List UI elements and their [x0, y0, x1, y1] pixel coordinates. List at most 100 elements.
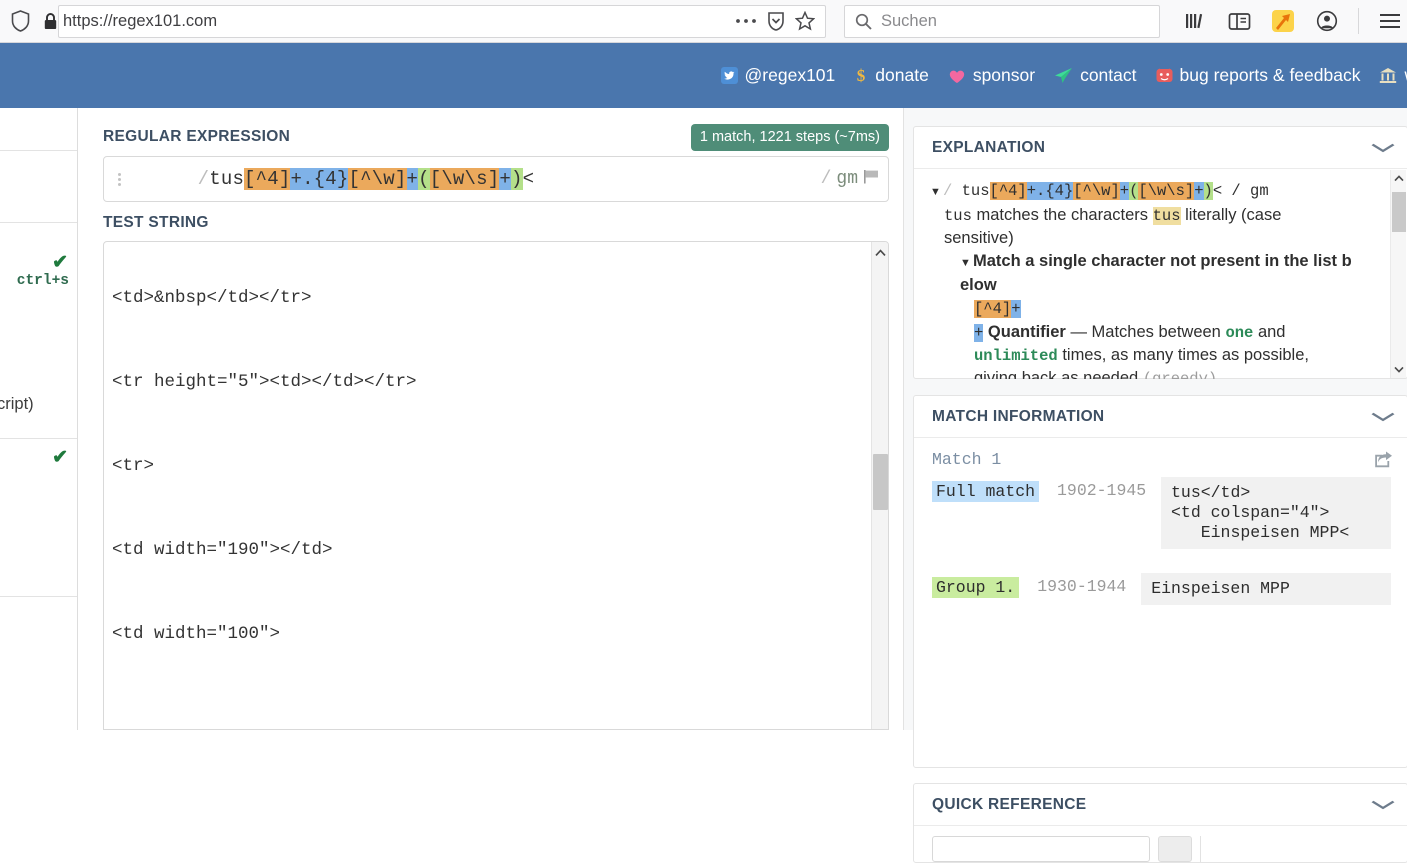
- exp-quant-plus-2: +: [1194, 182, 1203, 200]
- right-sidebar: EXPLANATION ▼/ tus[^4]+.{4}[^\w]+([\w\s]…: [903, 108, 1407, 730]
- nav-link-bug-reports[interactable]: bug reports & feedback: [1156, 65, 1361, 86]
- regex-flags-text[interactable]: gm: [836, 169, 858, 189]
- browser-toolbar: https://regex101.com: [0, 0, 1407, 43]
- nav-link-sponsor[interactable]: sponsor: [948, 65, 1035, 86]
- explanation-pattern-line: ▼/ tus[^4]+.{4}[^\w]+([\w\s]+)< / gm: [930, 179, 1381, 203]
- chevron-down-icon[interactable]: [1371, 139, 1395, 156]
- chevron-down-icon[interactable]: [1371, 408, 1395, 425]
- match-row-label: Group 1.: [932, 577, 1019, 598]
- match-row-range: 1902-1945: [1039, 481, 1161, 500]
- exp-tok-tus: tus: [944, 207, 972, 225]
- explanation-panel: EXPLANATION ▼/ tus[^4]+.{4}[^\w]+([\w\s]…: [913, 126, 1407, 379]
- quick-reference-title: QUICK REFERENCE: [932, 796, 1086, 814]
- search-input[interactable]: Suchen: [844, 5, 1160, 38]
- match-row-range: 1930-1944: [1019, 577, 1141, 596]
- sidebar-check-icon[interactable]: ✔: [52, 446, 68, 469]
- exp-tok-tus-hl: tus: [1153, 207, 1181, 225]
- regex-input[interactable]: /tus[^4]+.{4}[^\w]+([\w\s]+)< / gm: [103, 156, 889, 202]
- regex-flags[interactable]: / gm: [821, 169, 880, 190]
- test-string-editor[interactable]: <td>&nbsp</td></tr> <tr height="5"><td><…: [103, 241, 889, 730]
- regex-token-quant-plus-2: +: [499, 168, 511, 190]
- scroll-down-icon[interactable]: [1391, 362, 1407, 377]
- scrollbar-thumb[interactable]: [1392, 192, 1406, 232]
- svg-text:$: $: [857, 66, 866, 85]
- exp-q-text3: giving back as needed: [974, 369, 1138, 379]
- quick-reference-search-input[interactable]: [932, 836, 1150, 862]
- exp-q-and: and: [1258, 323, 1286, 341]
- match-row-label: Full match: [932, 481, 1039, 502]
- exp-q-unlimited: unlimited: [974, 347, 1058, 365]
- search-placeholder: Suchen: [881, 12, 937, 31]
- star-icon[interactable]: [795, 11, 815, 31]
- chevron-down-icon[interactable]: [1371, 796, 1395, 813]
- code-line: <td width="190"></td>: [104, 536, 860, 564]
- share-icon[interactable]: [1374, 450, 1393, 473]
- account-icon[interactable]: [1314, 8, 1340, 34]
- shield-icon[interactable]: [4, 10, 36, 32]
- quick-reference-header[interactable]: QUICK REFERENCE: [914, 784, 1407, 826]
- extension-icon[interactable]: [1270, 8, 1296, 34]
- dollar-icon: $: [854, 66, 868, 85]
- match-information-header[interactable]: MATCH INFORMATION: [914, 396, 1407, 438]
- url-bar[interactable]: https://regex101.com: [58, 5, 826, 38]
- exp-q-one: one: [1225, 324, 1253, 342]
- exp-q-text1: Matches between: [1092, 323, 1221, 341]
- drag-handle-icon[interactable]: [114, 168, 124, 190]
- explanation-quantifier-line: + Quantifier — Matches between one and u…: [930, 321, 1381, 379]
- scrollbar-thumb[interactable]: [873, 454, 888, 510]
- explanation-header[interactable]: EXPLANATION: [914, 127, 1407, 169]
- exp-charclass-3: [\w\s]: [1138, 182, 1194, 200]
- scroll-up-icon[interactable]: [1391, 171, 1407, 186]
- toolbar-divider: [1358, 8, 1359, 34]
- nav-link-wiki[interactable]: wi: [1379, 65, 1407, 86]
- test-string-content[interactable]: <td>&nbsp</td></tr> <tr height="5"><td><…: [104, 241, 860, 730]
- nav-link-contact[interactable]: contact: [1054, 65, 1136, 86]
- test-string-scrollbar[interactable]: [871, 242, 888, 729]
- regex-open-delimiter: /: [198, 168, 210, 190]
- ellipsis-icon[interactable]: [735, 17, 757, 25]
- regex-pattern-text[interactable]: /tus[^4]+.{4}[^\w]+([\w\s]+)<: [128, 146, 821, 212]
- explanation-scrollbar[interactable]: [1390, 170, 1406, 378]
- nav-links: @regex101 $ donate sponsor: [721, 65, 1407, 86]
- collapse-triangle-icon[interactable]: ▼: [930, 181, 943, 203]
- code-line: <tr>: [104, 452, 860, 480]
- regex-close-delimiter: /: [821, 169, 832, 189]
- nav-link-donate[interactable]: $ donate: [854, 65, 929, 86]
- sidebar-shortcut-label: ctrl+s: [17, 273, 69, 289]
- scroll-up-icon[interactable]: [872, 245, 889, 261]
- library-icon[interactable]: [1182, 8, 1208, 34]
- hamburger-menu-icon[interactable]: [1377, 8, 1403, 34]
- quick-reference-button[interactable]: [1158, 836, 1192, 862]
- match-information-body: Match 1 Full match 1902-1945 tus</td> <t…: [914, 438, 1407, 768]
- sidebar-check-icon[interactable]: ✔: [52, 251, 68, 274]
- flag-icon[interactable]: [863, 169, 880, 190]
- bank-icon: [1379, 67, 1397, 84]
- pocket-icon[interactable]: [767, 11, 785, 31]
- match-information-panel: MATCH INFORMATION Match 1 Full match 190…: [913, 395, 1407, 768]
- url-text[interactable]: https://regex101.com: [63, 12, 735, 31]
- regex-token-quant-plus: +: [407, 168, 419, 190]
- match-information-title: MATCH INFORMATION: [932, 408, 1104, 426]
- nav-link-twitter[interactable]: @regex101: [721, 65, 836, 86]
- regex-token-literal: tus: [209, 168, 244, 190]
- code-line: <td width="100">: [104, 620, 860, 648]
- exp-text-sensitive: sensitive): [944, 229, 1014, 247]
- sidebar-icon[interactable]: [1226, 8, 1252, 34]
- nav-label-sponsor: sponsor: [973, 65, 1035, 86]
- sidebar-divider: [0, 438, 78, 439]
- collapse-triangle-icon[interactable]: ▼: [960, 252, 973, 274]
- code-line: <tr height="5"><td></td></tr>: [104, 368, 860, 396]
- exp-tok-charclass: [^4]: [974, 300, 1011, 318]
- explanation-body: ▼/ tus[^4]+.{4}[^\w]+([\w\s]+)< / gm tus…: [914, 169, 1407, 379]
- regex-token-lt: <: [523, 168, 535, 190]
- regex-section-title: REGULAR EXPRESSION: [103, 128, 290, 146]
- explanation-token-line: [^4]+: [930, 297, 1381, 320]
- explanation-literal-line: tus matches the characters tus literally…: [930, 204, 1381, 249]
- code-line: <td>&nbsp</td></tr>: [104, 284, 860, 312]
- exp-group-close: ): [1204, 182, 1213, 200]
- exp-quant-plus: +: [1120, 182, 1129, 200]
- exp-text-matches: matches the characters: [977, 206, 1149, 224]
- exp-tok-plus: +: [1011, 300, 1020, 318]
- sidebar-script-label: Script): [0, 395, 34, 414]
- site-navbar: @regex101 $ donate sponsor: [0, 43, 1407, 108]
